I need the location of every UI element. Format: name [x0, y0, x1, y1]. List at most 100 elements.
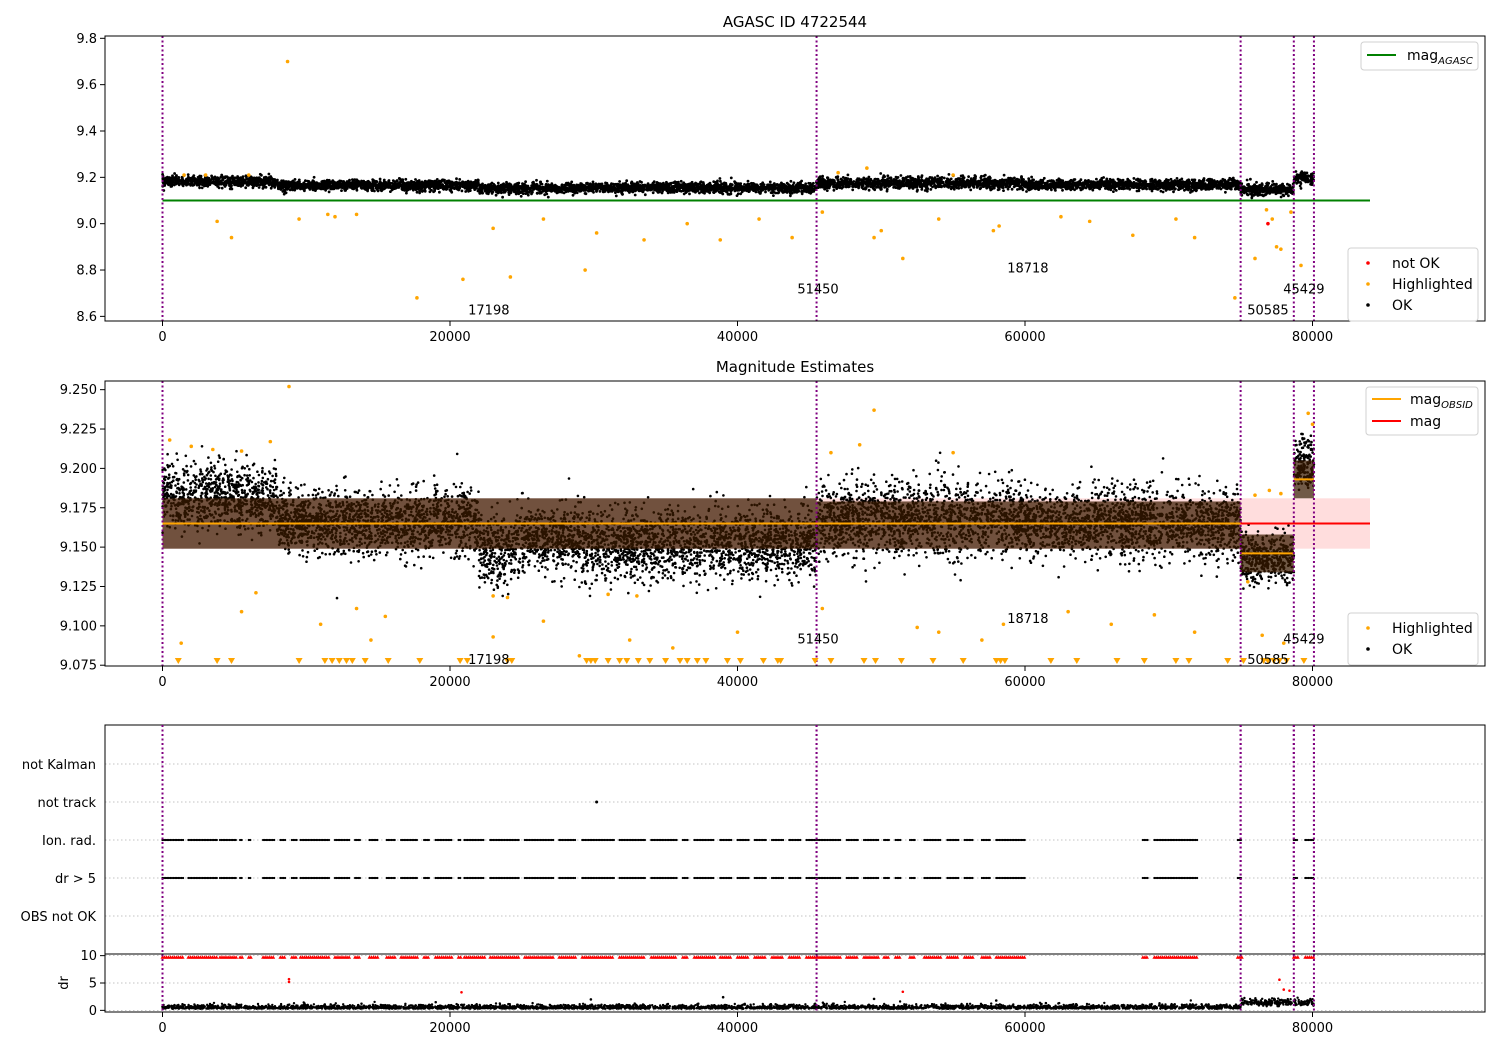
- ok-point: [621, 192, 624, 196]
- ok-point: [575, 187, 579, 191]
- ok-point: [270, 176, 273, 180]
- ok-point: [371, 185, 375, 189]
- ok-point: [399, 180, 402, 184]
- ok-point: [751, 182, 755, 185]
- ok-point: [559, 190, 562, 194]
- ok-point: [286, 187, 290, 190]
- ok-point: [987, 184, 991, 188]
- ok-point: [651, 191, 655, 195]
- ok-point: [832, 185, 836, 189]
- ok-point: [669, 182, 672, 186]
- ok-point: [532, 182, 535, 186]
- ok-point: [701, 181, 705, 184]
- ok-point: [985, 184, 989, 187]
- ok-point: [575, 183, 579, 187]
- ok-point: [404, 177, 408, 181]
- ok-point: [386, 185, 389, 189]
- ok-point: [524, 180, 527, 184]
- ok-point: [396, 186, 399, 189]
- ok-point: [402, 185, 406, 189]
- ok-point: [1012, 185, 1016, 189]
- ok-point: [516, 186, 520, 190]
- ok-point: [785, 191, 789, 194]
- ok-point: [661, 189, 664, 193]
- ok-point: [1010, 178, 1013, 182]
- ok-point: [1021, 178, 1025, 182]
- ok-point: [373, 189, 376, 193]
- ok-point: [203, 178, 207, 182]
- ok-point: [718, 191, 722, 194]
- ok-point: [994, 179, 998, 183]
- ok-point: [693, 184, 696, 187]
- ok-point: [832, 188, 836, 192]
- ok-point: [370, 188, 374, 192]
- ok-point: [489, 186, 493, 190]
- ok-point: [589, 186, 593, 190]
- ok-point: [825, 181, 829, 185]
- ok-point: [226, 176, 230, 180]
- ok-point: [792, 189, 796, 193]
- ok-point: [304, 179, 307, 183]
- ok-point: [634, 184, 638, 188]
- ok-point: [499, 191, 503, 195]
- ok-point: [618, 183, 622, 187]
- ok-point: [267, 176, 270, 180]
- ok-point: [969, 181, 973, 185]
- ok-point: [1002, 173, 1006, 177]
- ok-point: [818, 182, 822, 186]
- ok-point: [736, 192, 740, 196]
- ok-point: [832, 179, 836, 182]
- ok-point: [998, 182, 1001, 185]
- ok-point: [764, 190, 767, 194]
- ok-point: [788, 190, 792, 194]
- ok-point: [613, 183, 617, 186]
- ok-point: [919, 179, 922, 183]
- ok-point: [877, 180, 881, 184]
- ok-point: [608, 189, 612, 193]
- ok-point: [760, 182, 763, 186]
- ok-point: [675, 181, 679, 185]
- ok-point: [583, 187, 587, 190]
- ok-point: [826, 179, 830, 182]
- ok-point: [554, 187, 557, 191]
- ok-point: [947, 181, 951, 185]
- ok-point: [851, 188, 855, 192]
- ok-point: [172, 183, 176, 187]
- ok-point: [789, 185, 793, 189]
- ok-point: [928, 180, 932, 184]
- ok-point: [614, 194, 618, 198]
- ok-point: [958, 183, 962, 187]
- ok-point: [498, 187, 501, 191]
- ok-point: [436, 183, 440, 187]
- ok-point: [481, 182, 484, 186]
- ok-point: [441, 183, 444, 186]
- ok-point: [309, 184, 313, 188]
- ok-point: [456, 186, 460, 189]
- ok-point: [335, 186, 339, 190]
- ok-point: [722, 187, 726, 190]
- ok-point: [712, 185, 716, 189]
- ok-point: [982, 184, 986, 188]
- ok-point: [177, 178, 181, 181]
- ok-point: [312, 175, 316, 179]
- ok-point: [277, 187, 280, 191]
- ok-point: [185, 177, 188, 181]
- ok-point: [691, 188, 694, 192]
- ok-point: [460, 189, 464, 193]
- ok-point: [629, 187, 633, 191]
- ok-point: [233, 176, 237, 180]
- ok-point: [836, 176, 839, 179]
- ok-point: [562, 191, 566, 195]
- ok-point: [387, 179, 391, 182]
- ok-point: [547, 187, 551, 191]
- ok-point: [389, 190, 392, 194]
- ok-point: [260, 173, 263, 177]
- ok-point: [1002, 189, 1005, 193]
- ok-point: [519, 194, 523, 198]
- ok-point: [861, 184, 865, 188]
- ok-point: [292, 185, 295, 188]
- ok-point: [663, 188, 667, 191]
- ok-point: [163, 179, 167, 182]
- ok-point: [943, 183, 947, 187]
- ok-point: [171, 176, 175, 180]
